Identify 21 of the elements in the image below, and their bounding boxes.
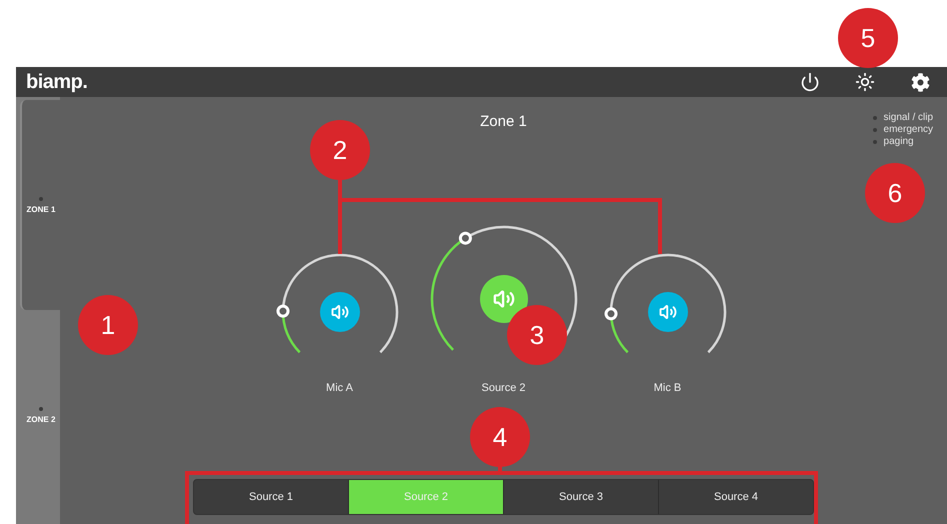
- channel-label: Mic A: [326, 382, 353, 394]
- speaker-icon: [330, 303, 348, 321]
- legend-label: signal / clip: [884, 112, 933, 123]
- channel-label: Mic B: [654, 382, 682, 394]
- knob-handle[interactable]: [276, 304, 289, 318]
- zone-title: Zone 1: [480, 113, 527, 130]
- speaker-icon: [492, 288, 514, 310]
- knob-handle[interactable]: [604, 307, 618, 320]
- knob-handle[interactable]: [458, 232, 472, 245]
- status-dot: [872, 116, 877, 120]
- legend-label: emergency: [884, 124, 933, 135]
- status-dot: [872, 128, 877, 132]
- status-dot: [872, 140, 877, 144]
- callout-marker: 5: [838, 8, 898, 68]
- speaker-button[interactable]: [648, 292, 688, 332]
- channel-label: Source 2: [481, 382, 526, 394]
- legend-label: paging: [884, 136, 914, 147]
- speaker-button[interactable]: [320, 292, 360, 332]
- zone-tab[interactable]: ZONE 1: [20, 100, 60, 310]
- speaker-icon: [658, 303, 676, 321]
- logo: biamp.: [26, 70, 88, 94]
